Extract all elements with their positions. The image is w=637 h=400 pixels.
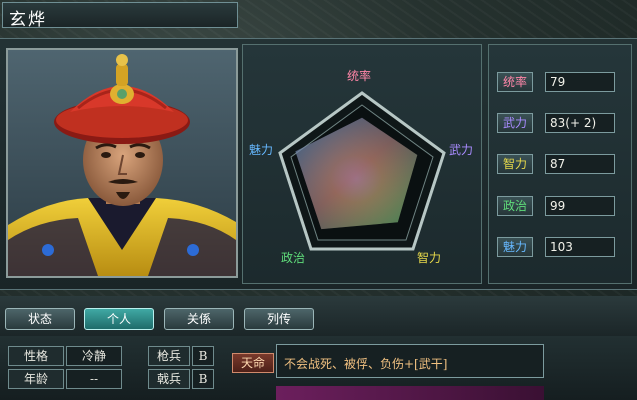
attr-label-personality: 性格 (8, 346, 64, 366)
stat-row-meili: 魅力 103 (497, 237, 627, 259)
stat-row-tongshuai: 统率 79 (497, 72, 627, 94)
tab-relations[interactable]: 关係 (164, 308, 234, 330)
portrait-image (8, 50, 236, 276)
stat-label: 魅力 (497, 237, 533, 257)
tab-personal[interactable]: 个人 (84, 308, 154, 330)
stat-row-zhili: 智力 87 (497, 154, 627, 176)
stat-row-wuli: 武力 83(+ 2) (497, 113, 627, 135)
character-portrait (6, 48, 238, 278)
tab-status[interactable]: 状态 (5, 308, 75, 330)
radar-label-zhengzhi: 政治 (281, 251, 306, 265)
attr-label-age: 年龄 (8, 369, 64, 389)
troop-grade-halberd: B (192, 369, 214, 389)
stat-label: 政治 (497, 196, 533, 216)
stat-label: 统率 (497, 72, 533, 92)
attr-value-age: -- (66, 369, 122, 389)
stat-label: 武力 (497, 113, 533, 133)
troop-grade-spear: B (192, 346, 214, 366)
radar-label-tongshuai: 统率 (347, 69, 372, 83)
stat-row-zhengzhi: 政治 99 (497, 196, 627, 218)
attr-value-personality: 冷静 (66, 346, 122, 366)
stat-values-panel: 统率 79 武力 83(+ 2) 智力 87 政治 99 魅力 103 (488, 44, 632, 284)
radar-chart-panel: 统率 武力 智力 政治 魅力 (242, 44, 482, 284)
bottom-strip (276, 386, 544, 400)
stat-value: 87 (545, 154, 615, 174)
character-name: 玄烨 (9, 10, 47, 30)
troop-label-spear: 枪兵 (148, 346, 190, 366)
radar-label-zhili: 智力 (417, 251, 442, 265)
tab-biography[interactable]: 列传 (244, 308, 314, 330)
radar-label-meili: 魅力 (249, 143, 274, 157)
stat-value: 103 (545, 237, 615, 257)
troop-label-halberd: 戟兵 (148, 369, 190, 389)
stat-value: 83(+ 2) (545, 113, 615, 133)
stat-value: 79 (545, 72, 615, 92)
stat-label: 智力 (497, 154, 533, 174)
skill-description: 不会战死、被俘、负伤+[武干] (284, 357, 448, 371)
stat-value: 99 (545, 196, 615, 216)
radar-label-wuli: 武力 (449, 143, 474, 157)
skill-name-badge[interactable]: 天命 (232, 353, 274, 373)
character-name-bar: 玄烨 (2, 2, 238, 30)
